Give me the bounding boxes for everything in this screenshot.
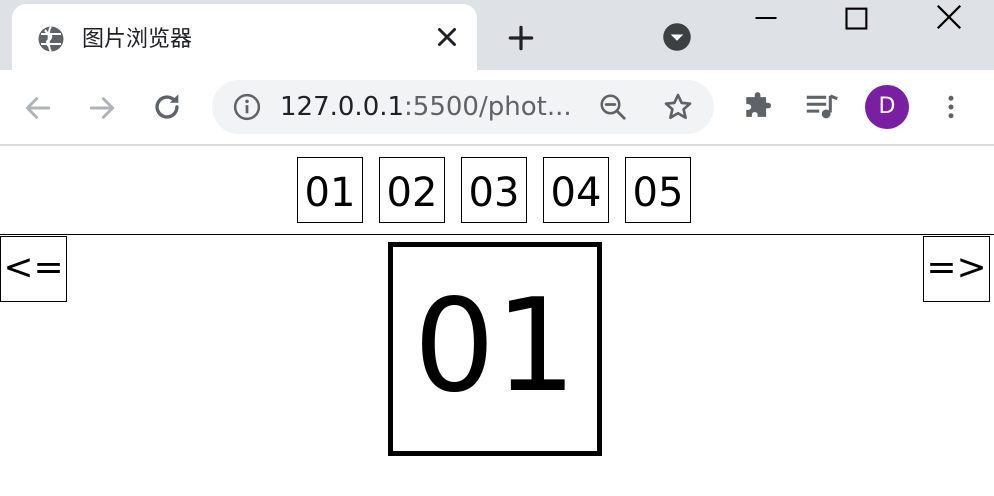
back-arrow-icon[interactable]: [22, 92, 54, 124]
window-close-icon[interactable]: [934, 2, 964, 32]
minimize-icon[interactable]: [752, 4, 780, 32]
close-tab-icon[interactable]: [432, 22, 462, 52]
url-host: 127.0.0.1: [280, 92, 405, 122]
reload-icon[interactable]: [150, 90, 184, 124]
tab-strip: 图片浏览器: [0, 0, 994, 70]
thumbnail-05[interactable]: 05: [625, 157, 691, 223]
url-path: :5500/phot...: [404, 92, 572, 122]
thumbnail-02[interactable]: 02: [379, 157, 445, 223]
next-button[interactable]: =>: [923, 236, 990, 302]
tab-title: 图片浏览器: [82, 27, 193, 52]
thumbnail-03[interactable]: 03: [461, 157, 527, 223]
previous-button[interactable]: <=: [0, 236, 67, 302]
zoom-out-icon[interactable]: [598, 92, 628, 122]
browser-tab[interactable]: 图片浏览器: [12, 4, 477, 70]
tab-search-chevron-icon[interactable]: [662, 22, 692, 52]
globe-icon: [36, 24, 66, 54]
more-menu-icon[interactable]: [936, 90, 966, 124]
current-photo: 01: [388, 242, 602, 456]
forward-arrow-icon[interactable]: [86, 92, 118, 124]
thumbnail-01[interactable]: 01: [297, 157, 363, 223]
divider-line: [0, 234, 994, 235]
address-bar[interactable]: 127.0.0.1:5500/phot...: [212, 80, 714, 134]
thumbnail-04[interactable]: 04: [543, 157, 609, 223]
media-queue-icon[interactable]: [804, 90, 840, 124]
extensions-puzzle-icon[interactable]: [742, 90, 776, 124]
new-tab-plus-icon[interactable]: [505, 22, 537, 54]
page-content: 01 02 03 04 05 <= => 01: [0, 146, 994, 496]
maximize-icon[interactable]: [843, 4, 871, 32]
browser-toolbar: 127.0.0.1:5500/phot... D: [0, 70, 994, 146]
bookmark-star-icon[interactable]: [662, 91, 694, 123]
url-text[interactable]: 127.0.0.1:5500/phot...: [280, 92, 572, 122]
info-icon[interactable]: [232, 92, 262, 122]
profile-avatar[interactable]: D: [865, 85, 909, 129]
